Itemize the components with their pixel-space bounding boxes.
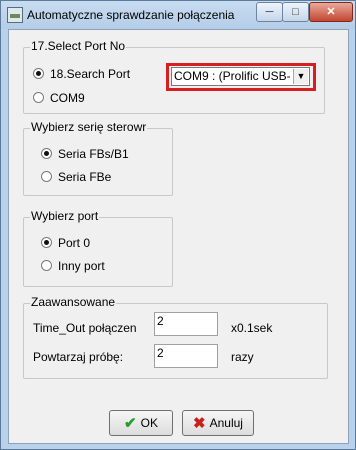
radio-port-0-label: Port 0 — [58, 236, 91, 250]
port-group: Wybierz port — [23, 209, 173, 287]
radio-com9-label: COM9 — [50, 91, 85, 105]
retry-label: Powtarzaj próbę: — [33, 350, 124, 364]
radio-search-port[interactable]: 18.Search Port — [33, 67, 130, 81]
port-legend: Wybierz port — [30, 209, 100, 223]
ok-button[interactable]: ✔ OK — [109, 410, 173, 436]
radio-search-port-label: 18.Search Port — [50, 67, 131, 81]
series-group: Wybierz serię sterowr — [23, 120, 173, 196]
radio-com9[interactable]: COM9 — [33, 91, 85, 105]
dialog-window: Automatyczne sprawdzanie połączenia ─ □ … — [0, 0, 356, 450]
radio-port-0[interactable]: Port 0 — [41, 236, 90, 250]
radio-series-fbs-b1-label: Seria FBs/B1 — [58, 147, 129, 161]
retry-unit: razy — [231, 350, 254, 364]
radio-other-port-indicator[interactable] — [41, 260, 52, 271]
app-icon — [7, 7, 23, 23]
dropdown-arrow-icon[interactable]: ▼ — [293, 69, 308, 84]
retry-input[interactable]: 2 — [154, 344, 218, 368]
radio-series-fbe-label: Seria FBe — [58, 170, 112, 184]
minimize-button[interactable]: ─ — [256, 2, 283, 22]
radio-port-0-indicator[interactable] — [41, 237, 52, 248]
advanced-legend: Zaawansowane — [30, 295, 117, 309]
checkmark-icon: ✔ — [124, 415, 137, 432]
series-legend: Wybierz serię sterowr — [30, 120, 148, 134]
title-bar[interactable]: Automatyczne sprawdzanie połączenia ─ □ … — [1, 1, 355, 29]
maximize-button[interactable]: □ — [282, 2, 309, 22]
radio-com9-indicator[interactable] — [33, 92, 44, 103]
close-button[interactable]: ✕ — [309, 2, 353, 22]
cancel-x-icon: ✖ — [193, 415, 206, 432]
cancel-button-label: Anuluj — [209, 416, 243, 430]
timeout-input[interactable]: 2 — [154, 312, 218, 336]
cancel-button[interactable]: ✖ Anuluj — [182, 410, 254, 436]
radio-series-fbs-b1[interactable]: Seria FBs/B1 — [41, 147, 129, 161]
radio-series-fbe-indicator[interactable] — [41, 171, 52, 182]
dialog-body: 17.Select Port No 18.Search Port COM9 CO… — [8, 29, 349, 444]
radio-search-port-indicator[interactable] — [33, 68, 44, 79]
radio-series-fbe[interactable]: Seria FBe — [41, 170, 111, 184]
timeout-label: Time_Out połączen — [33, 321, 137, 335]
timeout-unit: x0.1sek — [231, 321, 273, 335]
com-port-value: COM9 : (Prolific USB- — [174, 69, 291, 83]
com-port-dropdown[interactable]: COM9 : (Prolific USB- ▼ — [171, 67, 310, 86]
radio-series-fbs-b1-indicator[interactable] — [41, 148, 52, 159]
radio-other-port[interactable]: Inny port — [41, 259, 105, 273]
ok-button-label: OK — [140, 416, 158, 430]
radio-other-port-label: Inny port — [58, 259, 105, 273]
window-title: Automatyczne sprawdzanie połączenia — [27, 8, 235, 22]
port-select-legend: 17.Select Port No — [30, 39, 127, 53]
